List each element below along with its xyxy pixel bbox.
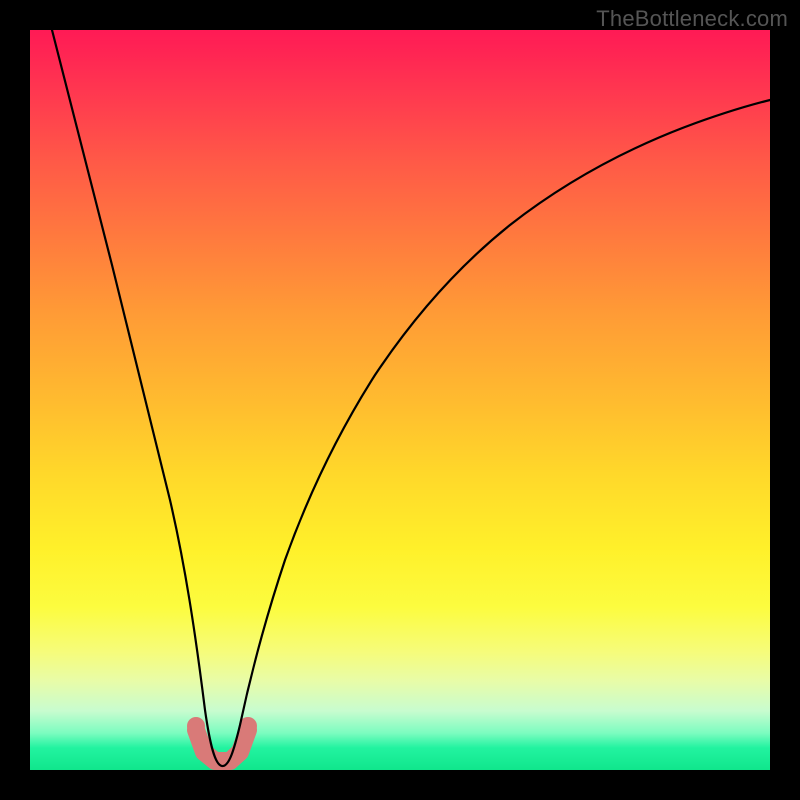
bottleneck-chart	[30, 30, 770, 770]
watermark-text: TheBottleneck.com	[596, 6, 788, 32]
bottleneck-curve	[52, 30, 770, 766]
highlight-group	[187, 717, 257, 761]
highlight-dot-left	[187, 717, 205, 735]
optimal-range-highlight	[196, 730, 248, 761]
